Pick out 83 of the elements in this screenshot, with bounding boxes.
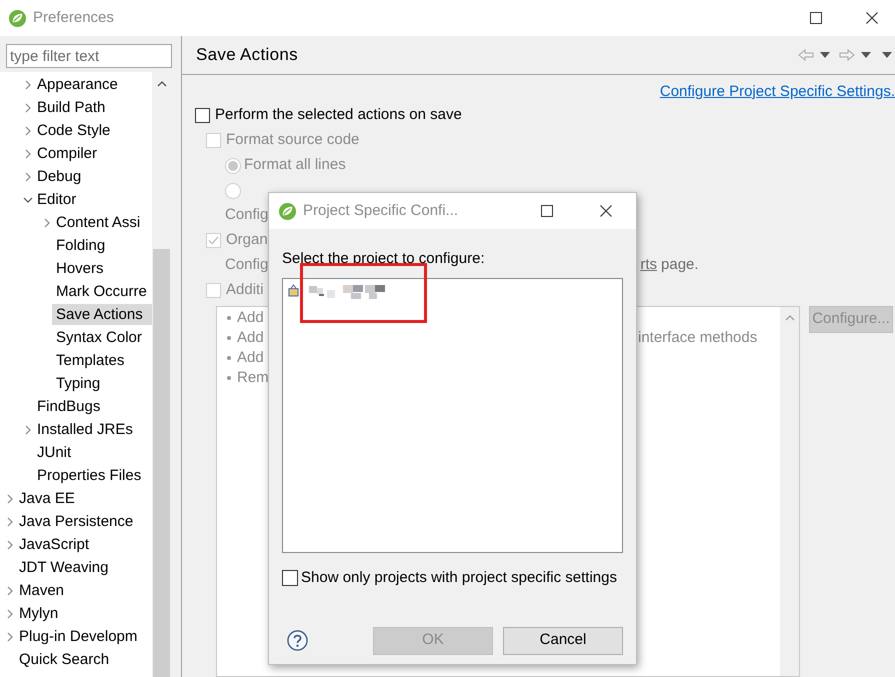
tree-item[interactable]: FindBugs [33,396,104,417]
check-icon [208,236,219,245]
chevron-down-icon[interactable] [22,196,32,202]
chevron-right-icon[interactable] [24,80,30,90]
chevron-right-icon[interactable] [24,102,30,112]
tree-item[interactable]: Maven [15,580,68,601]
tree-item[interactable]: Build Path [33,97,110,118]
maximize-icon[interactable] [541,205,553,217]
bullet-icon [227,336,231,340]
dialog-title: Project Specific Confi... [303,200,458,221]
list-item: Add [237,348,264,368]
tree-item[interactable]: Hovers [52,258,108,279]
dropdown-icon[interactable] [861,52,871,58]
chevron-right-icon[interactable] [6,586,12,596]
chevron-right-icon[interactable] [24,424,30,434]
settings-link[interactable]: Configure Project Specific Settings. [660,81,895,103]
scroll-up-icon[interactable] [156,81,166,87]
bullet-icon [227,356,231,360]
option-label: Format all lines [244,155,346,176]
tree-item[interactable]: Debug [33,166,86,187]
spring-leaf-icon [278,202,297,220]
tree-item[interactable]: Appearance [33,74,122,95]
option-text: Config [225,205,268,226]
list-item: Add [237,308,264,328]
option-label: Additi [226,280,264,300]
option-text: page. [661,255,699,276]
chevron-right-icon[interactable] [6,608,12,618]
tree-item[interactable]: Quick Search [15,649,114,670]
chevron-right-icon[interactable] [24,172,30,182]
bullet-icon [227,376,231,380]
scrollbar-thumb[interactable] [153,249,170,677]
maximize-icon[interactable] [810,12,822,24]
page-title: Save Actions [196,44,298,66]
close-icon[interactable] [866,12,878,24]
window-title: Preferences [33,8,114,28]
option-label: Format source code [226,130,360,150]
list-item: Add [237,328,265,348]
help-icon[interactable] [287,630,308,651]
tree-item[interactable]: Java EE [15,488,79,509]
spring-leaf-icon [8,8,27,28]
checkbox[interactable] [195,108,210,123]
option-label: Perform the selected actions on save [215,105,462,126]
tree-item[interactable]: Properties Files [33,465,146,486]
list-item: interface methods [638,328,758,348]
chevron-right-icon[interactable] [24,126,30,136]
tree-item[interactable]: Installed JREs [33,419,137,440]
tree-item[interactable]: Mylyn [15,603,62,624]
tree-item[interactable]: Content Assi [52,212,144,233]
tree-item[interactable]: Editor [33,189,80,210]
chevron-right-icon[interactable] [24,148,30,158]
tree-item[interactable]: Templates [52,350,128,371]
tree-item[interactable]: Java Persistence [15,511,138,532]
tree-item[interactable]: Save Actions [52,304,152,325]
tree-item[interactable]: Syntax Color [52,327,146,348]
chevron-right-icon[interactable] [6,516,12,526]
option-label: Organ [226,230,268,250]
tree-item[interactable]: Folding [52,235,110,256]
close-icon[interactable] [600,205,612,217]
bullet-icon [227,316,231,320]
tree-item[interactable]: JavaScript [15,534,94,555]
tree-item[interactable]: Compiler [33,143,102,164]
tree-item[interactable]: Mark Occurre [52,281,151,302]
view-menu-icon[interactable] [882,52,892,58]
tree-item[interactable]: Plug-in Developm [15,626,142,647]
tree-item[interactable]: JUnit [33,442,76,463]
dropdown-icon[interactable] [820,52,830,58]
scrollbar[interactable] [780,307,799,676]
dialog-button[interactable]: Cancel [503,626,623,654]
project-icon [288,284,299,297]
tree-item[interactable]: JDT Weaving [15,557,112,578]
tree-item[interactable]: Code Style [33,120,114,141]
chevron-right-icon[interactable] [6,494,12,504]
forward-arrow-icon[interactable] [839,49,855,61]
list-item: Rem [237,368,269,388]
chevron-right-icon[interactable] [44,218,50,228]
filter-field[interactable]: type filter text [6,44,172,68]
tree-item[interactable]: Typing [52,373,104,394]
option-text: Config [225,255,268,276]
back-arrow-icon[interactable] [798,49,814,61]
checkbox[interactable] [282,570,298,586]
checkbox-label: Show only projects with project specific settings [301,568,617,588]
chevron-right-icon[interactable] [6,632,12,642]
chevron-right-icon[interactable] [6,540,12,550]
